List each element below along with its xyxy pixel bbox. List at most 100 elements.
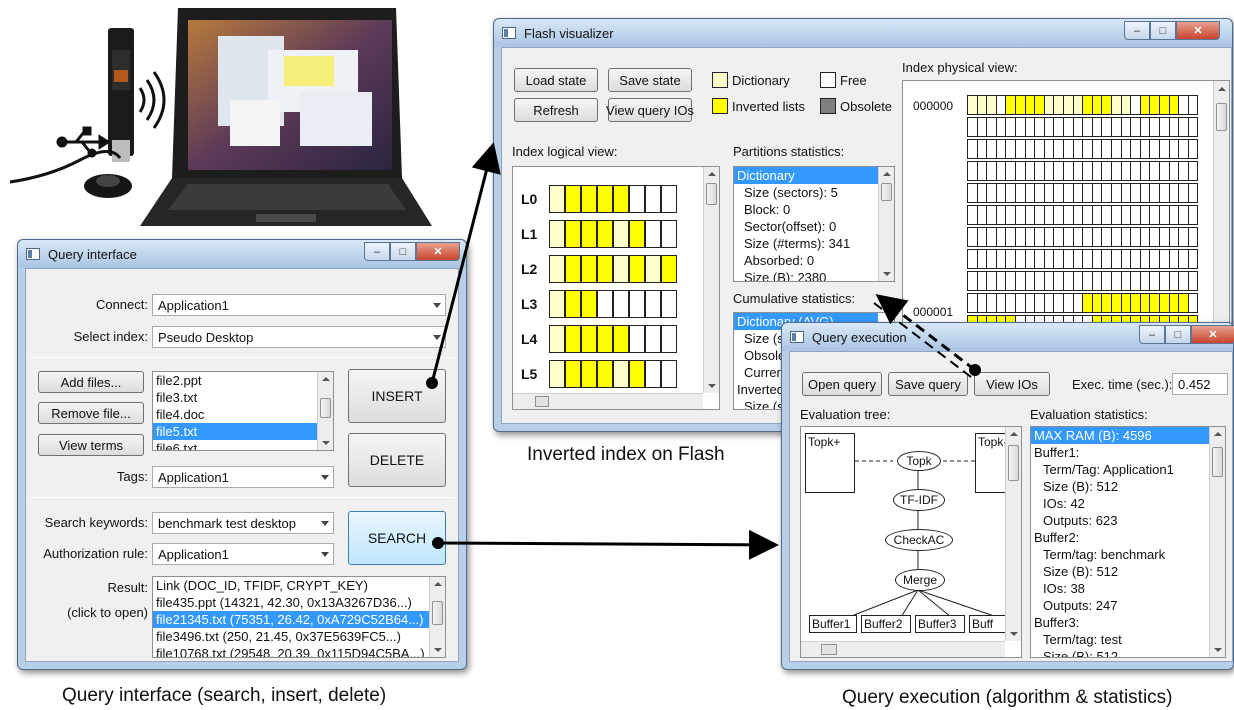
- minimize-button[interactable]: –: [364, 242, 390, 261]
- checkac-node[interactable]: CheckAC: [885, 529, 953, 551]
- physical-block[interactable]: [1187, 249, 1199, 269]
- logical-block[interactable]: [549, 325, 565, 353]
- save-state-button[interactable]: Save state: [608, 68, 692, 92]
- tree-vscrollbar[interactable]: [1005, 427, 1021, 641]
- logical-block[interactable]: [597, 325, 613, 353]
- list-item-selected[interactable]: Dictionary: [734, 167, 878, 184]
- close-button[interactable]: ✕: [416, 242, 460, 261]
- logical-block[interactable]: [661, 325, 677, 353]
- tree-hscrollbar[interactable]: [801, 641, 1005, 657]
- logical-block[interactable]: [613, 360, 629, 388]
- close-button[interactable]: ✕: [1176, 21, 1220, 40]
- logical-block[interactable]: [661, 255, 677, 283]
- logical-block[interactable]: [581, 290, 597, 318]
- logical-block[interactable]: [581, 360, 597, 388]
- buffer-node[interactable]: Buffer3: [915, 615, 965, 633]
- connect-select[interactable]: Application1: [152, 294, 446, 316]
- list-item[interactable]: file3.txt: [153, 389, 333, 406]
- logical-block[interactable]: [661, 360, 677, 388]
- topk-node[interactable]: Topk: [897, 451, 941, 471]
- logical-block[interactable]: [629, 325, 645, 353]
- logical-block[interactable]: [629, 220, 645, 248]
- logical-block[interactable]: [613, 185, 629, 213]
- physical-block[interactable]: [1187, 227, 1199, 247]
- physical-block[interactable]: [1187, 205, 1199, 225]
- logical-block[interactable]: [661, 290, 677, 318]
- logical-block[interactable]: [581, 185, 597, 213]
- logical-block[interactable]: [597, 220, 613, 248]
- logical-block[interactable]: [645, 290, 661, 318]
- file-list-scrollbar[interactable]: [317, 372, 333, 450]
- query-interface-titlebar[interactable]: Query interface – □ ✕: [18, 240, 466, 268]
- buffer-node[interactable]: Buffer2: [861, 615, 911, 633]
- logical-block[interactable]: [629, 360, 645, 388]
- buffer-node[interactable]: Buff: [969, 615, 1005, 633]
- maximize-button[interactable]: □: [1165, 325, 1191, 344]
- close-button[interactable]: ✕: [1191, 325, 1234, 344]
- refresh-button[interactable]: Refresh: [514, 98, 598, 122]
- flash-visualizer-titlebar[interactable]: Flash visualizer – □ ✕: [494, 19, 1232, 47]
- logical-block[interactable]: [565, 220, 581, 248]
- logical-view-hscrollbar[interactable]: [513, 393, 703, 409]
- logical-block[interactable]: [597, 185, 613, 213]
- maximize-button[interactable]: □: [390, 242, 416, 261]
- logical-block[interactable]: [629, 185, 645, 213]
- open-query-button[interactable]: Open query: [802, 372, 882, 396]
- physical-block[interactable]: [1187, 293, 1199, 313]
- logical-block[interactable]: [645, 185, 661, 213]
- tfidf-node[interactable]: TF-IDF: [893, 489, 945, 511]
- remove-file-button[interactable]: Remove file...: [38, 402, 144, 424]
- logical-block[interactable]: [565, 325, 581, 353]
- load-state-button[interactable]: Load state: [514, 68, 598, 92]
- logical-block[interactable]: [597, 360, 613, 388]
- tags-select[interactable]: Application1: [152, 466, 334, 488]
- logical-block[interactable]: [565, 360, 581, 388]
- delete-button[interactable]: DELETE: [348, 433, 446, 487]
- logical-block[interactable]: [581, 325, 597, 353]
- logical-block[interactable]: [581, 220, 597, 248]
- topk-right-node[interactable]: Topk-: [975, 433, 1009, 493]
- view-ios-button[interactable]: View IOs: [974, 372, 1050, 396]
- logical-block[interactable]: [645, 255, 661, 283]
- logical-block[interactable]: [613, 220, 629, 248]
- minimize-button[interactable]: –: [1124, 21, 1150, 40]
- logical-block[interactable]: [597, 255, 613, 283]
- result-list-scrollbar[interactable]: [429, 577, 445, 657]
- logical-block[interactable]: [549, 255, 565, 283]
- save-query-button[interactable]: Save query: [888, 372, 968, 396]
- topk-left-node[interactable]: Topk+: [805, 433, 855, 493]
- logical-block[interactable]: [549, 290, 565, 318]
- maximize-button[interactable]: □: [1150, 21, 1176, 40]
- logical-block[interactable]: [549, 185, 565, 213]
- physical-block[interactable]: [1187, 183, 1199, 203]
- logical-block[interactable]: [629, 290, 645, 318]
- physical-block[interactable]: [1187, 117, 1199, 137]
- result-row-selected[interactable]: file21345.txt (75351, 26.42, 0xA729C52B6…: [153, 611, 429, 628]
- list-item-selected[interactable]: MAX RAM (B): 4596: [1031, 427, 1209, 444]
- select-index-select[interactable]: Pseudo Desktop: [152, 326, 446, 348]
- logical-block[interactable]: [581, 255, 597, 283]
- list-item[interactable]: file4.doc: [153, 406, 333, 423]
- list-item[interactable]: file2.ppt: [153, 372, 333, 389]
- logical-block[interactable]: [613, 290, 629, 318]
- logical-block[interactable]: [613, 255, 629, 283]
- exec-time-field[interactable]: 0.452: [1172, 373, 1228, 395]
- logical-block[interactable]: [597, 290, 613, 318]
- logical-block[interactable]: [549, 360, 565, 388]
- file-list[interactable]: file2.ppt file3.txt file4.doc file5.txt …: [152, 371, 334, 451]
- logical-block[interactable]: [645, 220, 661, 248]
- buffer-node[interactable]: Buffer1: [809, 615, 857, 633]
- physical-block[interactable]: [1187, 161, 1199, 181]
- logical-block[interactable]: [565, 185, 581, 213]
- list-item[interactable]: file6.txt: [153, 440, 333, 450]
- merge-node[interactable]: Merge: [895, 569, 945, 591]
- logical-block[interactable]: [645, 360, 661, 388]
- result-row[interactable]: file435.ppt (14321, 42.30, 0x13A3267D36.…: [153, 594, 429, 611]
- logical-block[interactable]: [613, 325, 629, 353]
- physical-block[interactable]: [1187, 95, 1199, 115]
- statistics-scrollbar[interactable]: [1209, 427, 1225, 657]
- physical-block[interactable]: [1187, 271, 1199, 291]
- result-row[interactable]: file10768.txt (29548, 20.39, 0x115D94C5B…: [153, 645, 429, 657]
- logical-block[interactable]: [549, 220, 565, 248]
- search-button[interactable]: SEARCH: [348, 511, 446, 565]
